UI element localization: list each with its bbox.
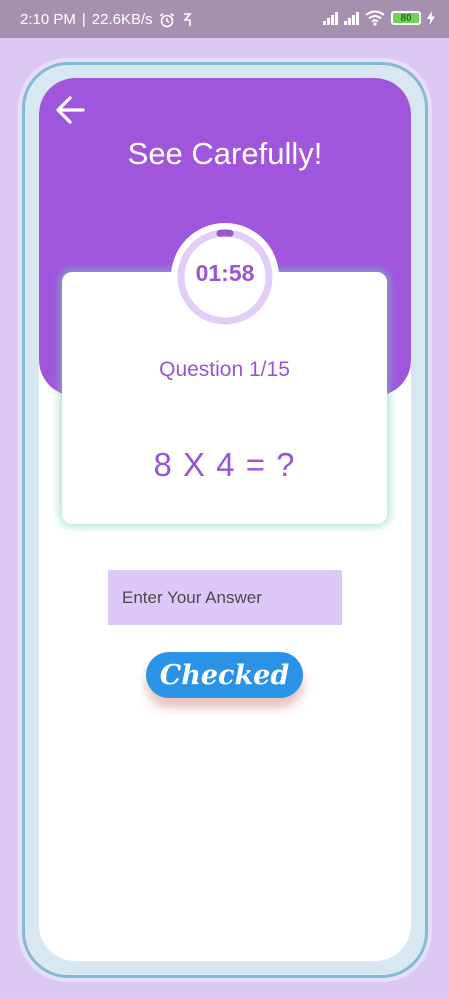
status-time: 2:10 PM [20,11,76,28]
page-title: See Carefully! [127,136,323,171]
signal-icon-2 [344,11,359,25]
back-button[interactable] [53,92,89,128]
arrow-left-icon [56,96,85,124]
battery-icon: 80 [391,11,421,25]
alarm-icon [159,12,174,28]
check-button[interactable]: Checked [146,652,303,698]
countdown-timer: 01:58 [171,223,279,331]
charging-icon [427,11,435,25]
wifi-icon [365,10,385,26]
question-number: Question 1/15 [159,358,290,381]
status-left: 2:10 PM | 22.6KB/s [20,11,193,29]
signal-icon [323,11,338,25]
status-bar: 2:10 PM | 22.6KB/s 80 [0,0,449,38]
answer-input[interactable] [108,570,342,625]
sync-icon [182,13,192,26]
status-separator: | [81,11,86,28]
question-expression: 8 X 4 = ? [153,446,296,483]
status-network-speed: 22.6KB/s [91,11,153,28]
battery-level: 80 [400,12,412,24]
timer-value: 01:58 [195,260,255,286]
status-right: 80 [323,10,435,26]
screen-container: See Carefully! Question 1/15 8 X 4 = ? 0… [39,78,411,961]
